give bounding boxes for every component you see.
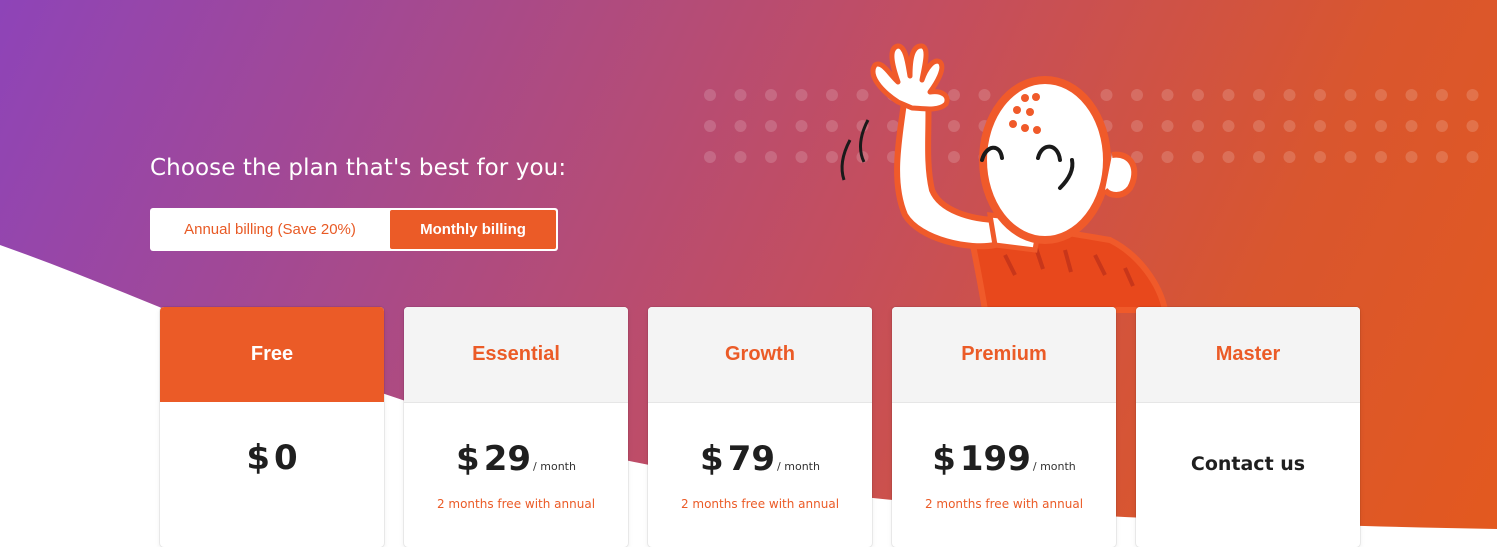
page-title: Choose the plan that's best for you: <box>150 155 567 181</box>
plan-name: Master <box>1215 343 1281 365</box>
plan-card-header: Premium <box>892 307 1116 403</box>
price-amount: 0 <box>274 438 298 478</box>
price-amount: 29 <box>483 439 532 479</box>
plan-card-body: $ 199 / month 2 months free with annual <box>892 403 1116 547</box>
currency-symbol: $ <box>456 439 480 479</box>
price-period: / month <box>1032 460 1076 473</box>
plan-name: Premium <box>961 343 1047 365</box>
price: $ 29 / month <box>404 439 628 479</box>
plan-card-body: Contact us <box>1136 403 1360 547</box>
currency-symbol: $ <box>932 439 956 479</box>
plan-card-header: Essential <box>404 307 628 403</box>
plan-card-body: $ 29 / month 2 months free with annual <box>404 403 628 547</box>
annual-promo-text: 2 months free with annual <box>680 497 840 511</box>
monthly-billing-button[interactable]: Monthly billing <box>390 210 556 249</box>
annual-promo-text: 2 months free with annual <box>924 497 1084 511</box>
price-amount: 199 <box>959 439 1031 479</box>
billing-toggle: Annual billing (Save 20%) Monthly billin… <box>150 208 558 251</box>
plan-card-body: $ 79 / month 2 months free with annual <box>648 403 872 547</box>
plan-card-master[interactable]: Master Contact us <box>1136 307 1360 547</box>
plan-name: Essential <box>472 343 560 365</box>
price-period: / month <box>777 460 820 473</box>
plan-card-premium[interactable]: Premium $ 199 / month 2 months free with… <box>892 307 1116 547</box>
price: $ 199 / month <box>892 439 1116 479</box>
plan-card-free[interactable]: Free $ 0 <box>160 307 384 547</box>
plan-card-essential[interactable]: Essential $ 29 / month 2 months free wit… <box>404 307 628 547</box>
plan-name: Growth <box>725 343 795 365</box>
plan-card-growth[interactable]: Growth $ 79 / month 2 months free with a… <box>648 307 872 547</box>
plan-card-header: Growth <box>648 307 872 403</box>
price: $ 79 / month <box>648 439 872 479</box>
plan-card-body: $ 0 <box>160 402 384 547</box>
currency-symbol: $ <box>246 438 270 478</box>
plan-card-header: Master <box>1136 307 1360 403</box>
currency-symbol: $ <box>700 439 724 479</box>
contact-us-link[interactable]: Contact us <box>1136 453 1360 475</box>
plan-name: Free <box>250 343 294 365</box>
plan-card-header: Free <box>160 307 384 402</box>
annual-billing-button[interactable]: Annual billing (Save 20%) <box>152 210 388 249</box>
price: $ 0 <box>160 438 384 478</box>
annual-promo-text: 2 months free with annual <box>436 497 596 511</box>
price-amount: 79 <box>727 439 776 479</box>
price-period: / month <box>533 460 576 473</box>
waving-mascot-illustration <box>840 43 1169 313</box>
